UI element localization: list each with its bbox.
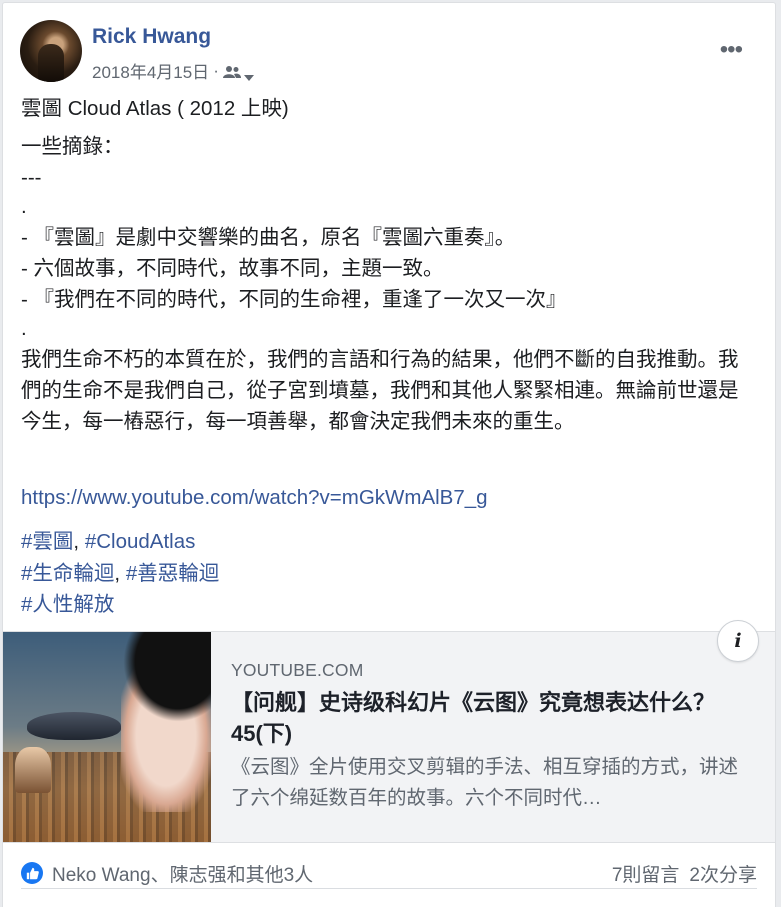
thumbnail-ship <box>27 712 121 740</box>
post-meta: 2018年4月15日 · <box>92 58 254 83</box>
thumbnail-hair <box>123 632 211 722</box>
post-text: 雲圖 Cloud Atlas ( 2012 上映) 一些摘錄： --- . - … <box>21 93 756 437</box>
comments-count[interactable]: 7則留言 <box>612 865 680 886</box>
hashtag[interactable]: #生命輪迴 <box>21 562 114 585</box>
post-line: - 六個故事，不同時代，故事不同，主題一致。 <box>21 257 444 280</box>
post-line: --- <box>21 166 42 189</box>
like-icon[interactable] <box>21 862 43 884</box>
post-line: - 『我們在不同的時代，不同的生命裡，重逢了一次又一次』 <box>21 288 567 311</box>
preview-domain: YOUTUBE.COM <box>231 660 364 680</box>
hashtag[interactable]: #善惡輪迴 <box>126 562 219 585</box>
post-line: 一些摘錄： <box>21 135 124 158</box>
link-preview[interactable]: i YOUTUBE.COM 【问舰】史诗级科幻片《云图》究竟想表达什么？ 45(… <box>3 620 775 843</box>
author-avatar[interactable] <box>20 20 82 82</box>
shares-count[interactable]: 2次分享 <box>689 865 757 886</box>
post-line: - 『雲圖』是劇中交響樂的曲名，原名『雲圖六重奏』。 <box>21 226 516 249</box>
hashtag-separator: , <box>114 561 126 585</box>
post-line: 雲圖 Cloud Atlas ( 2012 上映) <box>21 97 289 120</box>
post-paragraph: 我們生命不朽的本質在於，我們的言語和行為的結果，他們不斷的自我推動。我們的生命不… <box>21 348 739 433</box>
info-icon[interactable]: i <box>717 620 759 662</box>
hashtag[interactable]: #CloudAtlas <box>85 530 196 553</box>
chevron-down-icon[interactable] <box>243 67 254 81</box>
preview-description: 《云图》全片使用交叉剪辑的手法、相互穿插的方式，讲述了六个绵延数百年的故事。六个… <box>231 756 739 809</box>
reactions-bar: Neko Wang、陳志强和其他3人 7則留言 2次分享 <box>21 858 757 889</box>
hashtag[interactable]: #雲圖 <box>21 530 73 553</box>
youtube-link[interactable]: https://www.youtube.com/watch?v=mGkWmAlB… <box>21 486 488 510</box>
hashtag-line: #生命輪迴, #善惡輪迴 <box>21 558 219 590</box>
likers-text[interactable]: Neko Wang、陳志强和其他3人 <box>52 860 313 887</box>
hashtags: #雲圖, #CloudAtlas #生命輪迴, #善惡輪迴 #人性解放 <box>21 526 219 621</box>
hashtag-line: #人性解放 <box>21 589 219 621</box>
hashtag[interactable]: #人性解放 <box>21 593 114 616</box>
friends-icon[interactable] <box>222 64 241 78</box>
author-name[interactable]: Rick Hwang <box>92 25 211 49</box>
more-options-icon[interactable]: ••• <box>720 38 743 62</box>
post-line: . <box>21 317 27 340</box>
preview-title[interactable]: 【问舰】史诗级科幻片《云图》究竟想表达什么？ 45(下) <box>231 687 751 749</box>
preview-thumbnail[interactable] <box>3 632 211 842</box>
post-stats: 7則留言 2次分享 <box>602 860 757 887</box>
post-card: Rick Hwang 2018年4月15日 · ••• 雲圖 Cloud Atl… <box>2 2 776 907</box>
meta-separator: · <box>213 60 219 80</box>
post-line: . <box>21 195 27 218</box>
post-date[interactable]: 2018年4月15日 <box>92 58 209 83</box>
thumbnail-figure <box>15 747 51 793</box>
hashtag-separator: , <box>73 530 85 553</box>
hashtag-line: #雲圖, #CloudAtlas <box>21 526 219 558</box>
post-header: Rick Hwang 2018年4月15日 · ••• <box>20 20 760 84</box>
